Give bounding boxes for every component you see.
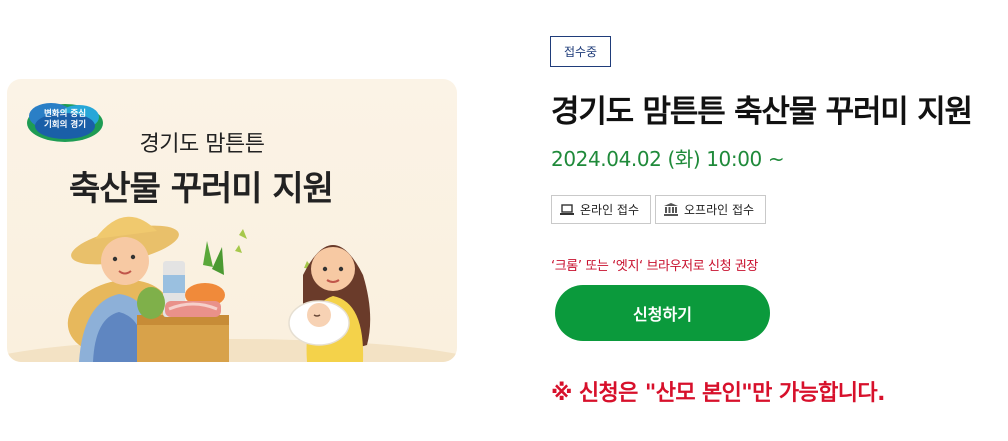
status-badge: 접수중 [550, 36, 611, 67]
grocery-box-figure [137, 241, 229, 362]
browser-recommendation: ‘크롬’ 또는 ‘엣지‘ 브라우저로 신청 권장 [551, 259, 758, 274]
offline-application-label: 오프라인 접수 [684, 203, 755, 217]
eligibility-notice: ※ 신청은 "산모 본인"만 가능합니다. [551, 381, 885, 406]
government-building-icon [664, 203, 678, 216]
laptop-icon [560, 203, 574, 215]
page-title: 경기도 맘튼튼 축산물 꾸러미 지원 [551, 94, 973, 130]
banner-subtitle: 경기도 맘튼튼 [139, 132, 265, 157]
banner-title: 축산물 꾸러미 지원 [69, 169, 334, 209]
apply-button[interactable]: 신청하기 [555, 285, 770, 341]
online-application-tag: 온라인 접수 [551, 195, 651, 224]
logo-line-1: 변화의 중심 [43, 109, 87, 119]
promo-banner: 변화의 중심 기회의 경기 경기도 맘튼튼 축산물 꾸러미 지원 [7, 79, 457, 362]
application-date: 2024.04.02 (화) 10:00 ~ [551, 147, 785, 171]
online-application-label: 온라인 접수 [580, 203, 640, 217]
offline-application-tag: 오프라인 접수 [655, 195, 766, 224]
